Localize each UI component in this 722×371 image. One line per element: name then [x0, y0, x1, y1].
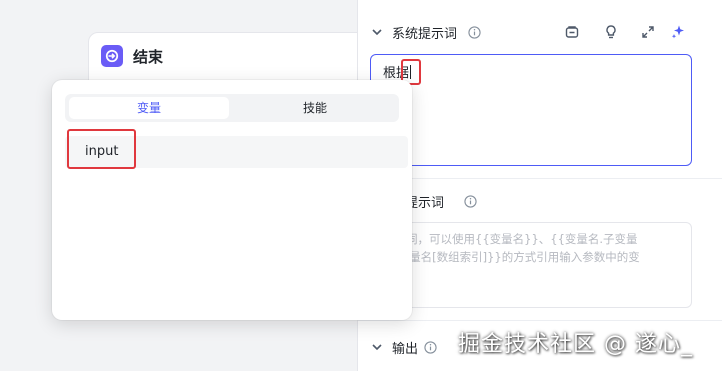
- chevron-down-icon[interactable]: [371, 341, 383, 353]
- info-icon[interactable]: [468, 25, 481, 39]
- tab-variables[interactable]: 变量: [69, 97, 229, 119]
- popover-tabs: 变量 技能: [65, 94, 399, 122]
- info-icon[interactable]: [464, 194, 477, 208]
- end-node-title: 结束: [133, 48, 164, 66]
- info-icon[interactable]: [424, 340, 437, 354]
- watermark-text: 掘金技术社区 @ 遂心_: [458, 332, 693, 357]
- lightbulb-icon[interactable]: [603, 24, 619, 40]
- chevron-down-icon[interactable]: [371, 26, 383, 38]
- input-highlight-box: [67, 129, 136, 169]
- expand-icon[interactable]: [640, 24, 656, 40]
- system-prompt-header[interactable]: 系统提示词: [358, 17, 722, 47]
- user-prompt-header[interactable]: 户提示词: [358, 186, 722, 216]
- user-prompt-input[interactable]: 提示词，可以使用{{变量名}}、{{变量名.子变量 {{变量名[数组索引]}}的…: [370, 222, 692, 308]
- section-divider: [358, 178, 722, 179]
- output-label: 输出: [392, 341, 419, 357]
- tab-skills[interactable]: 技能: [235, 97, 395, 119]
- user-prompt-placeholder: 提示词，可以使用{{变量名}}、{{变量名.子变量 {{变量名[数组索引]}}的…: [383, 232, 640, 264]
- end-node-icon: [101, 45, 123, 67]
- section-divider: [358, 320, 722, 321]
- template-icon[interactable]: [564, 24, 580, 40]
- sparkle-icon[interactable]: [670, 24, 686, 40]
- system-prompt-label: 系统提示词: [392, 26, 458, 42]
- variable-picker-popover: 变量 技能 input: [52, 80, 412, 320]
